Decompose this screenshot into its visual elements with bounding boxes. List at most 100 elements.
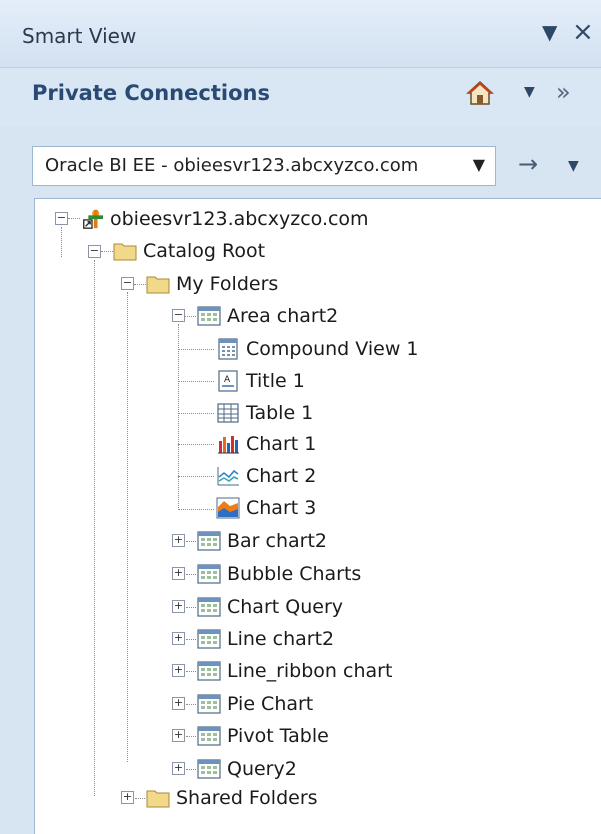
collapse-toggle[interactable]: − xyxy=(121,277,134,290)
tree-node-view[interactable]: Table 1 xyxy=(216,398,313,428)
expand-toggle[interactable]: + xyxy=(172,600,185,613)
pane-title: Smart View xyxy=(22,24,137,48)
expand-toggle[interactable]: + xyxy=(172,697,185,710)
expand-toggle[interactable]: + xyxy=(172,762,185,775)
analysis-icon xyxy=(197,597,221,617)
tree-node-analysis[interactable]: Pivot Table xyxy=(197,721,329,751)
analysis-icon xyxy=(197,629,221,649)
tree-node-view[interactable]: Chart 1 xyxy=(216,429,316,459)
tree-node-view[interactable]: A Title 1 xyxy=(216,366,305,396)
analysis-icon xyxy=(197,564,221,584)
analysis-icon xyxy=(197,726,221,746)
tree-connector xyxy=(178,444,214,445)
area-chart-icon xyxy=(216,497,240,519)
pane-close-button[interactable]: × xyxy=(572,17,594,47)
tree-connector xyxy=(127,292,128,762)
bar-chart-icon xyxy=(218,436,239,454)
tree-connector xyxy=(178,476,214,477)
expand-toggle[interactable]: + xyxy=(172,632,185,645)
tree-node-server[interactable]: obieesvr123.abcxyzco.com xyxy=(80,204,369,234)
go-arrow-button[interactable]: → xyxy=(518,150,538,178)
expand-toggle[interactable]: + xyxy=(121,791,134,804)
tree-connector xyxy=(61,227,62,257)
tree-node-my-folders[interactable]: My Folders xyxy=(146,269,278,299)
tree-node-label: My Folders xyxy=(176,273,279,295)
folder-icon xyxy=(146,790,170,808)
tree-connector xyxy=(178,509,214,510)
tree-node-analysis[interactable]: Bubble Charts xyxy=(197,559,361,589)
panel-title: Private Connections xyxy=(32,81,270,105)
pane-options-dropdown[interactable]: ▼ xyxy=(542,20,557,44)
collapse-toggle[interactable]: − xyxy=(172,309,185,322)
tree-node-view[interactable]: Chart 2 xyxy=(216,461,316,491)
tree-node-label: Chart 3 xyxy=(246,497,317,519)
tree-node-label: Catalog Root xyxy=(143,240,266,262)
title-view-icon: A xyxy=(218,370,238,392)
connection-select[interactable]: Oracle BI EE - obieesvr123.abcxyzco.com … xyxy=(32,146,496,186)
tree-node-label: Pie Chart xyxy=(227,693,314,715)
tree-node-analysis[interactable]: Chart Query xyxy=(197,592,343,622)
tree-node-label: Query2 xyxy=(227,758,297,780)
tree-connector xyxy=(186,769,196,770)
tree-node-shared-folders[interactable]: Shared Folders xyxy=(146,783,318,813)
more-options-button[interactable]: » xyxy=(556,78,571,106)
collapse-toggle[interactable]: − xyxy=(88,245,101,258)
tree-node-label: Chart 1 xyxy=(246,433,317,455)
tree-node-label: Table 1 xyxy=(246,402,314,424)
analysis-icon xyxy=(197,759,221,779)
collapse-toggle[interactable]: − xyxy=(55,212,68,225)
table-view-icon xyxy=(217,403,239,423)
tree-node-view[interactable]: Chart 3 xyxy=(216,493,316,523)
svg-text:A: A xyxy=(224,375,231,385)
tree-connector xyxy=(186,541,196,542)
tree-node-analysis[interactable]: Pie Chart xyxy=(197,689,313,719)
tree-node-label: Bar chart2 xyxy=(227,530,328,552)
tree-node-analysis[interactable]: Line_ribbon chart xyxy=(197,656,392,686)
tree-connector xyxy=(178,413,214,414)
tree-node-view[interactable]: Compound View 1 xyxy=(216,334,418,364)
compound-view-icon xyxy=(218,338,238,360)
tree-node-label: obieesvr123.abcxyzco.com xyxy=(110,208,369,230)
chevron-down-icon: ▼ xyxy=(472,155,485,174)
connection-menu-dropdown[interactable]: ▼ xyxy=(568,158,579,174)
tree-node-label: Pivot Table xyxy=(227,725,329,747)
tree-connector xyxy=(135,798,145,799)
tree-node-catalog-root[interactable]: Catalog Root xyxy=(113,236,265,266)
tree-connector xyxy=(184,316,196,317)
folder-icon xyxy=(146,276,170,294)
server-connection-icon xyxy=(83,209,103,229)
analysis-icon xyxy=(197,306,221,326)
folder-icon xyxy=(113,243,137,261)
analysis-icon xyxy=(197,531,221,551)
tree-connector xyxy=(186,671,196,672)
tree-node-label: Chart 2 xyxy=(246,465,317,487)
tree-connector xyxy=(186,574,196,575)
tree-node-analysis[interactable]: Line chart2 xyxy=(197,624,334,654)
tree-connector xyxy=(186,607,196,608)
tree-connector xyxy=(186,704,196,705)
tree-node-label: Shared Folders xyxy=(176,787,318,809)
header-menu-dropdown[interactable]: ▼ xyxy=(524,84,535,100)
tree-connector xyxy=(178,324,179,510)
line-chart-icon xyxy=(217,467,239,486)
connection-select-value: Oracle BI EE - obieesvr123.abcxyzco.com xyxy=(45,155,419,176)
tree-node-analysis[interactable]: Bar chart2 xyxy=(197,526,327,556)
analysis-icon xyxy=(197,661,221,681)
tree-connector xyxy=(178,349,214,350)
tree-connector xyxy=(101,251,113,252)
tree-connector xyxy=(68,218,80,219)
home-icon[interactable] xyxy=(466,80,494,110)
expand-toggle[interactable]: + xyxy=(172,729,185,742)
expand-toggle[interactable]: + xyxy=(172,567,185,580)
tree-connector xyxy=(186,639,196,640)
tree-node-label: Chart Query xyxy=(227,596,343,618)
tree-connector xyxy=(134,284,146,285)
expand-toggle[interactable]: + xyxy=(172,534,185,547)
expand-toggle[interactable]: + xyxy=(172,664,185,677)
tree-node-label: Compound View 1 xyxy=(246,338,419,360)
tree-node-analysis[interactable]: Query2 xyxy=(197,754,297,784)
tree-node-label: Bubble Charts xyxy=(227,563,362,585)
tree-connector xyxy=(178,381,214,382)
tree-node-label: Title 1 xyxy=(246,370,305,392)
tree-node-analysis[interactable]: Area chart2 xyxy=(197,301,338,331)
